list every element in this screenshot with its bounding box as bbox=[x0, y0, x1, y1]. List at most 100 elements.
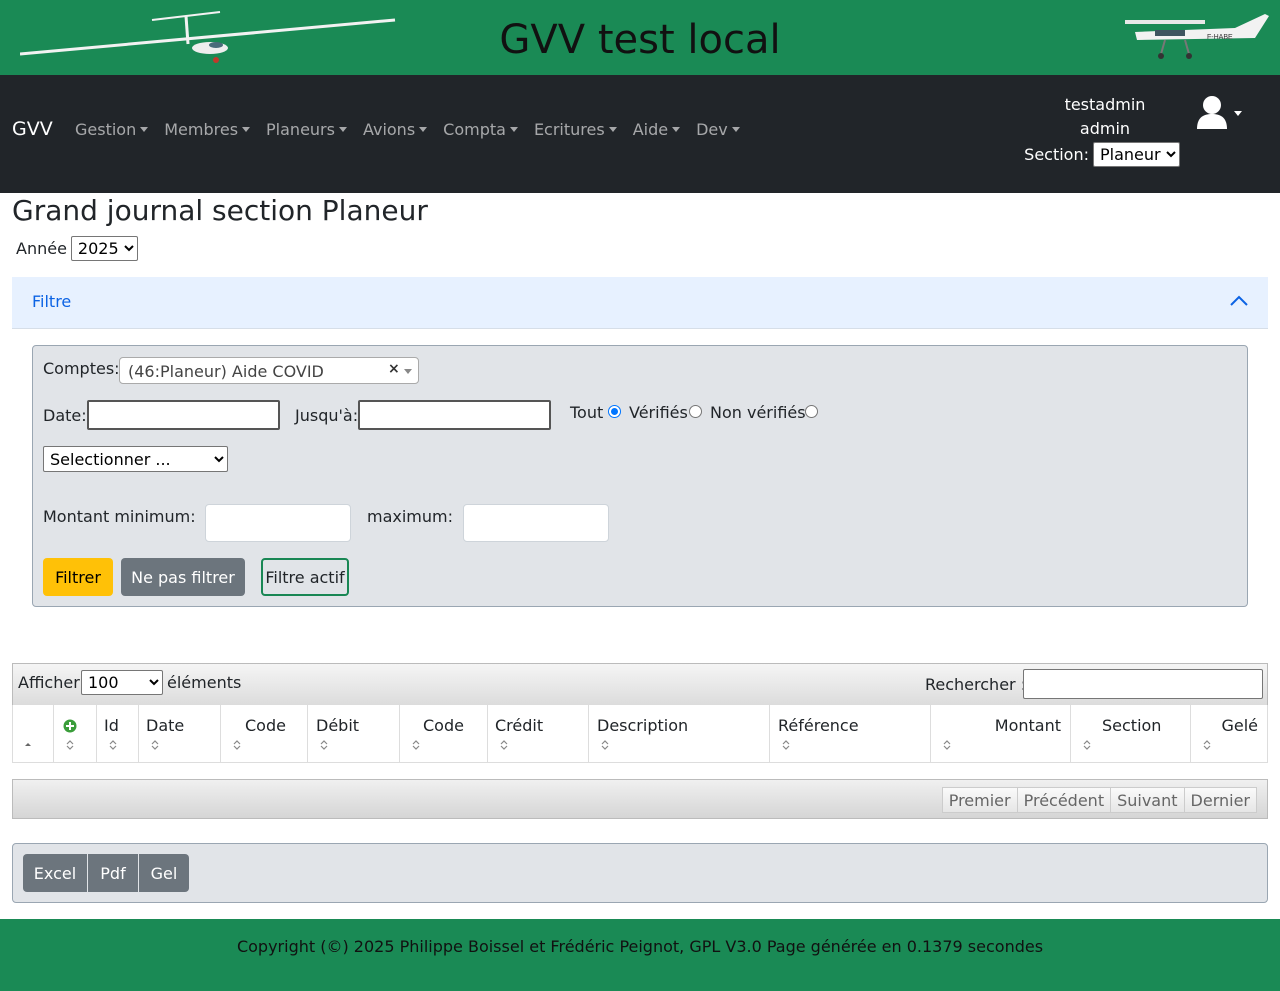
section-label: Section: bbox=[1024, 144, 1089, 164]
column-id[interactable]: Id bbox=[97, 705, 139, 762]
sort-icon bbox=[109, 740, 117, 750]
caret-down-icon bbox=[140, 127, 149, 132]
column-debit-label: Débit bbox=[316, 716, 360, 735]
column-credit-label: Crédit bbox=[495, 716, 544, 735]
gel-button[interactable]: Gel bbox=[139, 854, 189, 892]
radio-verified[interactable] bbox=[689, 405, 702, 418]
user-info: testadmin admin Section: Planeur bbox=[1024, 93, 1180, 167]
page-length-select[interactable]: 100 bbox=[81, 670, 163, 695]
accounts-combobox[interactable]: (46:Planeur) Aide COVID × bbox=[119, 357, 419, 384]
plane-image: F-HABE bbox=[1125, 14, 1269, 59]
nav-avions-label: Avions bbox=[362, 120, 416, 139]
filter-accordion-header[interactable]: Filtre bbox=[12, 277, 1268, 329]
sort-icon bbox=[601, 740, 609, 750]
nav-compta-label: Compta bbox=[443, 120, 506, 139]
sort-icon bbox=[412, 740, 420, 750]
sort-icon bbox=[500, 740, 508, 750]
nav-gestion[interactable]: Gestion bbox=[75, 120, 149, 139]
brand-link[interactable]: GVV bbox=[12, 118, 53, 140]
nav-avions[interactable]: Avions bbox=[362, 120, 428, 139]
column-code-debit-label: Code bbox=[245, 716, 286, 735]
no-filter-button[interactable]: Ne pas filtrer bbox=[121, 558, 245, 596]
clear-icon[interactable]: × bbox=[388, 361, 400, 377]
column-date-label: Date bbox=[146, 716, 185, 735]
section-select[interactable]: Planeur bbox=[1093, 141, 1180, 167]
radio-all[interactable] bbox=[608, 405, 621, 418]
radio-unverified[interactable] bbox=[805, 405, 818, 418]
datatable-footer: Premier Précédent Suivant Dernier bbox=[12, 779, 1268, 819]
first-page-button[interactable]: Premier bbox=[941, 787, 1018, 813]
column-id-label: Id bbox=[104, 716, 119, 735]
column-gele[interactable]: Gelé bbox=[1191, 705, 1267, 762]
caret-down-icon bbox=[242, 127, 251, 132]
nav-ecritures-label: Ecritures bbox=[533, 120, 605, 139]
sort-icon bbox=[943, 740, 951, 750]
elements-label: éléments bbox=[167, 673, 242, 692]
until-label: Jusqu'à: bbox=[295, 406, 359, 425]
until-input[interactable] bbox=[358, 400, 551, 430]
column-section[interactable]: Section bbox=[1071, 705, 1191, 762]
column-code-credit-label: Code bbox=[423, 716, 464, 735]
search-label: Rechercher : bbox=[925, 675, 1027, 694]
year-label: Année bbox=[16, 239, 67, 258]
nav-membres[interactable]: Membres bbox=[164, 120, 251, 139]
date-input[interactable] bbox=[87, 400, 280, 430]
column-code-debit[interactable]: Code bbox=[221, 705, 308, 762]
radio-unverified-label: Non vérifiés bbox=[710, 403, 806, 422]
min-amount-label: Montant minimum: bbox=[43, 507, 196, 526]
nav-aide-label: Aide bbox=[632, 120, 669, 139]
sort-icon bbox=[1083, 740, 1091, 750]
column-reference-label: Référence bbox=[778, 716, 859, 735]
column-section-label: Section bbox=[1102, 716, 1162, 735]
column-gele-label: Gelé bbox=[1221, 716, 1258, 735]
column-select[interactable] bbox=[13, 705, 54, 762]
column-code-credit[interactable]: Code bbox=[400, 705, 488, 762]
min-amount-input[interactable] bbox=[205, 504, 351, 542]
navbar: GVV Gestion Membres Planeurs Avions Comp… bbox=[0, 75, 1280, 193]
sort-icon bbox=[782, 740, 790, 750]
column-description[interactable]: Description bbox=[589, 705, 770, 762]
previous-page-button[interactable]: Précédent bbox=[1016, 787, 1112, 813]
sort-icon bbox=[233, 740, 241, 750]
pdf-button[interactable]: Pdf bbox=[88, 854, 138, 892]
nav-aide[interactable]: Aide bbox=[632, 120, 681, 139]
page-title: Grand journal section Planeur bbox=[12, 194, 428, 227]
caret-down-icon bbox=[731, 127, 740, 132]
radio-all-label: Tout bbox=[570, 403, 604, 422]
column-credit[interactable]: Crédit bbox=[488, 705, 589, 762]
nav-membres-label: Membres bbox=[164, 120, 239, 139]
max-amount-input[interactable] bbox=[463, 504, 609, 542]
accounts-label: Comptes: bbox=[43, 359, 120, 378]
table-header: Id Date Code Débit Code Crédit Descripti… bbox=[12, 705, 1268, 763]
column-montant[interactable]: Montant bbox=[931, 705, 1071, 762]
user-icon[interactable] bbox=[1196, 95, 1228, 131]
year-row: Année 2025 bbox=[16, 236, 138, 261]
nav-compta[interactable]: Compta bbox=[443, 120, 518, 139]
nav-dev[interactable]: Dev bbox=[696, 120, 740, 139]
site-title: GVV test local bbox=[499, 17, 781, 63]
user-menu-caret-icon[interactable] bbox=[1234, 111, 1242, 116]
nav-ecritures[interactable]: Ecritures bbox=[534, 120, 617, 139]
nav-planeurs-label: Planeurs bbox=[266, 120, 335, 139]
max-amount-label: maximum: bbox=[367, 507, 454, 526]
column-add[interactable] bbox=[54, 705, 97, 762]
filter-select[interactable]: Selectionner ... bbox=[43, 446, 228, 472]
last-page-button[interactable]: Dernier bbox=[1183, 787, 1257, 813]
column-montant-label: Montant bbox=[994, 716, 1061, 735]
excel-button[interactable]: Excel bbox=[23, 854, 87, 892]
column-date[interactable]: Date bbox=[139, 705, 221, 762]
active-filter-button[interactable]: Filtre actif bbox=[261, 558, 349, 596]
nav-planeurs[interactable]: Planeurs bbox=[266, 120, 347, 139]
caret-down-icon bbox=[672, 127, 681, 132]
column-debit[interactable]: Débit bbox=[308, 705, 400, 762]
next-page-button[interactable]: Suivant bbox=[1110, 787, 1185, 813]
search-input[interactable] bbox=[1023, 669, 1263, 699]
accounts-value: (46:Planeur) Aide COVID bbox=[128, 362, 324, 381]
export-panel: Excel Pdf Gel bbox=[12, 843, 1268, 903]
site-header: GVV test local F-HABE bbox=[0, 0, 1280, 75]
column-reference[interactable]: Référence bbox=[770, 705, 931, 762]
year-select[interactable]: 2025 bbox=[70, 236, 138, 261]
filter-button[interactable]: Filtrer bbox=[43, 558, 113, 596]
sort-icon bbox=[320, 740, 328, 750]
add-circle-icon[interactable] bbox=[63, 719, 77, 733]
